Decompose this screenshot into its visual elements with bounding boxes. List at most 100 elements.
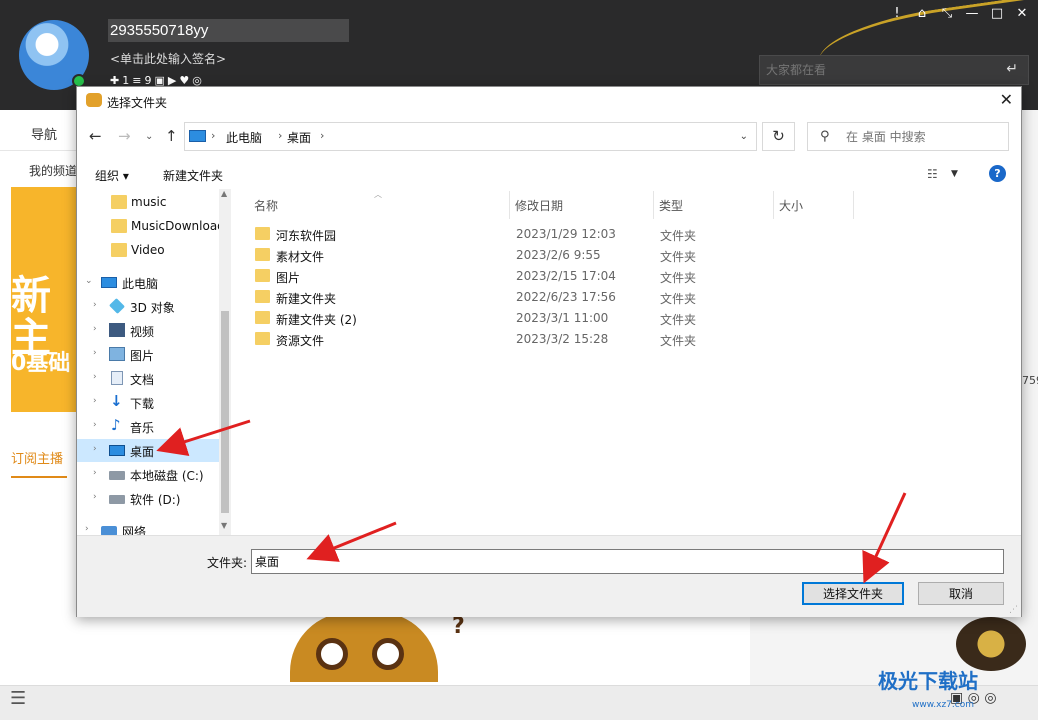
file-row[interactable]: 新建文件夹 2022/6/23 17:56 文件夹	[247, 287, 767, 308]
expand-chevron-icon[interactable]: ›	[93, 492, 97, 502]
file-row[interactable]: 图片 2023/2/15 17:04 文件夹	[247, 266, 767, 287]
breadcrumb-chevron-icon[interactable]: ›	[278, 129, 282, 142]
folder-icon	[255, 311, 270, 324]
tree-item-software-d[interactable]: › 软件 (D:)	[77, 487, 219, 510]
tree-item-documents[interactable]: › 文档	[77, 367, 219, 390]
minimize-icon[interactable]: —	[964, 6, 980, 21]
tree-item-music-library[interactable]: › ♪ 音乐	[77, 415, 219, 438]
tree-item-this-pc[interactable]: ⌄ 此电脑	[77, 271, 219, 294]
scroll-up-icon[interactable]: ▲	[221, 189, 227, 198]
recent-locations-icon[interactable]: ⌄	[145, 131, 153, 142]
tree-item-label: Video	[131, 243, 165, 257]
maximize-icon[interactable]: □	[989, 6, 1005, 21]
promo-banner[interactable]: 新主 0基础	[11, 187, 77, 412]
file-name: 河东软件园	[276, 229, 337, 243]
file-row[interactable]: 素材文件 2023/2/6 9:55 文件夹	[247, 245, 767, 266]
app-mascot-icon	[86, 93, 102, 107]
view-options-icon[interactable]: ☷	[927, 167, 938, 181]
file-row[interactable]: 河东软件园 2023/1/29 12:03 文件夹	[247, 224, 767, 245]
network-icon	[101, 526, 117, 535]
watching-input[interactable]	[766, 56, 986, 84]
dialog-close-icon[interactable]: ✕	[1000, 90, 1013, 109]
tree-item-network[interactable]: › 网络	[77, 519, 219, 535]
back-arrow-icon[interactable]: ←	[89, 127, 102, 145]
column-divider[interactable]	[509, 191, 510, 219]
refresh-icon[interactable]: ↻	[762, 122, 795, 151]
skin-icon[interactable]: ⌂	[914, 6, 930, 21]
breadcrumb-desktop[interactable]: 桌面	[287, 129, 311, 146]
column-divider[interactable]	[653, 191, 654, 219]
nav-tab[interactable]: 导航	[31, 124, 57, 143]
menu-icon[interactable]: ☰	[10, 688, 26, 709]
column-type[interactable]: 类型	[659, 197, 683, 214]
tree-item-label: 图片	[130, 349, 155, 363]
desktop-icon	[109, 445, 125, 456]
tree-item-3d-objects[interactable]: › 3D 对象	[77, 295, 219, 318]
music-icon: ♪	[111, 416, 121, 434]
folder-icon	[111, 219, 127, 233]
breadcrumb-chevron-icon[interactable]: ›	[211, 129, 215, 142]
search-input[interactable]	[846, 126, 1004, 148]
column-divider[interactable]	[853, 191, 854, 219]
expand-chevron-icon[interactable]: ›	[93, 444, 97, 454]
breadcrumb-this-pc[interactable]: 此电脑	[226, 129, 262, 146]
up-arrow-icon[interactable]: ↑	[165, 127, 178, 145]
organize-menu[interactable]: 组织 ▾	[95, 167, 129, 184]
column-name[interactable]: 名称	[254, 197, 278, 214]
expand-chevron-icon[interactable]: ›	[93, 300, 97, 310]
expand-chevron-icon[interactable]: ›	[93, 468, 97, 478]
forward-arrow-icon[interactable]: →	[118, 127, 131, 145]
expand-chevron-icon[interactable]: ›	[93, 420, 97, 430]
tree-item-music[interactable]: music	[77, 191, 219, 214]
breadcrumb-chevron-icon[interactable]: ›	[320, 129, 324, 142]
file-row[interactable]: 新建文件夹 (2) 2023/3/1 11:00 文件夹	[247, 308, 767, 329]
file-name: 素材文件	[276, 250, 325, 264]
enter-icon[interactable]: ↵	[1006, 61, 1018, 77]
file-type: 文件夹	[660, 334, 697, 348]
address-dropdown-icon[interactable]: ⌄	[740, 131, 748, 142]
game-logo[interactable]	[956, 617, 1026, 671]
mini-mode-icon[interactable]: ⤡	[939, 6, 955, 21]
feedback-icon[interactable]: !	[889, 6, 905, 21]
tree-item-desktop[interactable]: › 桌面	[77, 439, 219, 462]
tree-item-pictures[interactable]: › 图片	[77, 343, 219, 366]
collapse-chevron-icon[interactable]: ⌄	[85, 276, 93, 286]
help-icon[interactable]: ?	[989, 165, 1006, 182]
tree-scrollbar-thumb[interactable]	[221, 311, 229, 513]
folder-icon	[255, 269, 270, 282]
expand-chevron-icon[interactable]: ›	[93, 324, 97, 334]
close-icon[interactable]: ✕	[1014, 6, 1030, 21]
username-display[interactable]: 2935550718yy	[108, 19, 349, 42]
column-size[interactable]: 大小	[779, 197, 803, 214]
my-channel-tab[interactable]: 我的频道	[29, 162, 77, 179]
column-modified-date[interactable]: 修改日期	[515, 197, 563, 214]
side-counter: 759	[1022, 374, 1038, 387]
file-type: 文件夹	[660, 271, 697, 285]
tree-item-video[interactable]: Video	[77, 239, 219, 262]
select-folder-button[interactable]: 选择文件夹	[802, 582, 904, 605]
tree-item-videos[interactable]: › 视频	[77, 319, 219, 342]
cancel-button[interactable]: 取消	[918, 582, 1004, 605]
file-row[interactable]: 资源文件 2023/3/2 15:28 文件夹	[247, 329, 767, 350]
expand-chevron-icon[interactable]: ›	[93, 348, 97, 358]
tree-scrollbar[interactable]: ▲ ▼	[219, 189, 231, 535]
computer-icon	[189, 130, 206, 142]
resize-grip-icon[interactable]: ⋰	[1009, 605, 1018, 615]
expand-chevron-icon[interactable]: ›	[93, 396, 97, 406]
new-folder-button[interactable]: 新建文件夹	[163, 167, 223, 184]
folder-icon	[111, 243, 127, 257]
tree-item-local-disk-c[interactable]: › 本地磁盘 (C:)	[77, 463, 219, 486]
expand-chevron-icon[interactable]: ›	[85, 524, 89, 534]
tree-item-musicdownload[interactable]: MusicDownload	[77, 215, 225, 238]
scroll-down-icon[interactable]: ▼	[221, 521, 227, 530]
folder-name-input[interactable]	[251, 549, 1004, 574]
column-divider[interactable]	[773, 191, 774, 219]
tree-item-label: 桌面	[130, 445, 155, 459]
signature-field[interactable]: <单击此处输入签名>	[110, 50, 226, 67]
expand-chevron-icon[interactable]: ›	[93, 372, 97, 382]
view-dropdown-icon[interactable]: ▼	[951, 169, 958, 179]
subscribe-tab[interactable]: 订阅主播	[11, 448, 63, 467]
tree-item-downloads[interactable]: › ↓ 下载	[77, 391, 219, 414]
subscribe-tab-underline	[11, 476, 67, 478]
address-bar[interactable]: › 此电脑 › 桌面 › ⌄	[184, 122, 757, 151]
